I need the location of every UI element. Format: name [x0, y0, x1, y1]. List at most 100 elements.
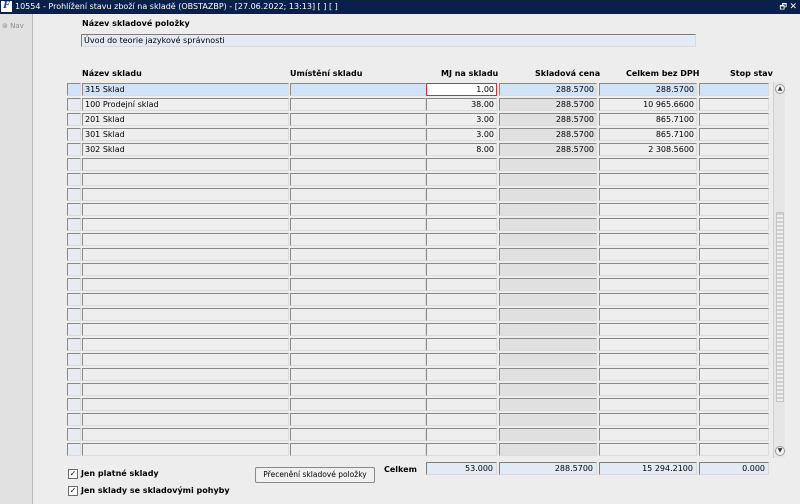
table-row[interactable]: [67, 382, 769, 397]
cell-price[interactable]: 288.5700: [499, 128, 597, 141]
cell-warehouse-name[interactable]: [82, 338, 289, 351]
cell-warehouse-name[interactable]: [82, 203, 289, 216]
cell-warehouse-location[interactable]: [290, 173, 426, 186]
cell-stop[interactable]: [699, 323, 769, 336]
table-row[interactable]: [67, 412, 769, 427]
cell-total[interactable]: 288.5700: [599, 83, 697, 96]
cell-stop[interactable]: [699, 398, 769, 411]
nav-button[interactable]: ⊚ Nav: [2, 22, 24, 30]
cell-warehouse-location[interactable]: [290, 383, 426, 396]
cell-qty[interactable]: [426, 263, 497, 276]
cell-warehouse-location[interactable]: [290, 188, 426, 201]
cell-total[interactable]: [599, 383, 697, 396]
grid-scrollbar[interactable]: ▲ ▼: [773, 82, 785, 458]
cell-total[interactable]: [599, 308, 697, 321]
cell-warehouse-location[interactable]: [290, 218, 426, 231]
cell-qty[interactable]: [426, 308, 497, 321]
cell-stop[interactable]: [699, 188, 769, 201]
cell-stop[interactable]: [699, 143, 769, 156]
close-window-button[interactable]: ✕: [789, 0, 797, 14]
cell-total[interactable]: 10 965.6600: [599, 98, 697, 111]
table-row[interactable]: 201 Sklad 3.00 288.5700 865.7100: [67, 112, 769, 127]
col-header-stop[interactable]: Stop stav: [730, 69, 773, 78]
cell-qty[interactable]: [426, 248, 497, 261]
cell-stop[interactable]: [699, 443, 769, 456]
cell-qty[interactable]: [426, 338, 497, 351]
cell-price[interactable]: [499, 368, 597, 381]
cell-price[interactable]: 288.5700: [499, 83, 597, 96]
table-row[interactable]: [67, 397, 769, 412]
cell-qty[interactable]: [426, 428, 497, 441]
cell-total[interactable]: [599, 263, 697, 276]
cell-warehouse-name[interactable]: 302 Sklad: [82, 143, 289, 156]
cell-price[interactable]: [499, 293, 597, 306]
row-selector[interactable]: [67, 353, 81, 366]
cell-qty[interactable]: [426, 383, 497, 396]
cell-warehouse-name[interactable]: [82, 218, 289, 231]
scroll-thumb[interactable]: [776, 212, 784, 402]
cell-warehouse-name[interactable]: [82, 443, 289, 456]
cell-price[interactable]: [499, 188, 597, 201]
table-row[interactable]: 100 Prodejní sklad 38.00 288.5700 10 965.66…: [67, 97, 769, 112]
table-row[interactable]: [67, 277, 769, 292]
cell-stop[interactable]: [699, 308, 769, 321]
cell-stop[interactable]: [699, 248, 769, 261]
scroll-down-arrow-icon[interactable]: ▼: [775, 446, 785, 456]
cell-qty[interactable]: [426, 293, 497, 306]
table-row[interactable]: [67, 352, 769, 367]
cell-qty[interactable]: [426, 443, 497, 456]
cell-qty[interactable]: 3.00: [426, 128, 497, 141]
table-row[interactable]: [67, 157, 769, 172]
cell-qty[interactable]: [426, 158, 497, 171]
cell-total[interactable]: [599, 293, 697, 306]
table-row[interactable]: [67, 307, 769, 322]
cell-total[interactable]: [599, 278, 697, 291]
row-selector[interactable]: [67, 383, 81, 396]
cell-price[interactable]: [499, 263, 597, 276]
cell-price[interactable]: 288.5700: [499, 143, 597, 156]
cell-warehouse-location[interactable]: [290, 443, 426, 456]
cell-price[interactable]: [499, 383, 597, 396]
cell-total[interactable]: [599, 443, 697, 456]
cell-warehouse-name[interactable]: [82, 308, 289, 321]
cell-total[interactable]: 865.7100: [599, 113, 697, 126]
cell-qty[interactable]: [426, 203, 497, 216]
cell-warehouse-location[interactable]: [290, 428, 426, 441]
row-selector[interactable]: [67, 323, 81, 336]
cell-warehouse-location[interactable]: [290, 98, 426, 111]
cell-qty[interactable]: [426, 233, 497, 246]
cell-stop[interactable]: [699, 128, 769, 141]
cell-warehouse-location[interactable]: [290, 323, 426, 336]
table-row[interactable]: [67, 247, 769, 262]
cell-total[interactable]: [599, 173, 697, 186]
cell-price[interactable]: 288.5700: [499, 113, 597, 126]
row-selector[interactable]: [67, 233, 81, 246]
table-row[interactable]: 301 Sklad 3.00 288.5700 865.7100: [67, 127, 769, 142]
row-selector[interactable]: [67, 248, 81, 261]
cell-stop[interactable]: [699, 233, 769, 246]
col-header-qty[interactable]: MJ na skladu: [441, 69, 498, 78]
cell-warehouse-location[interactable]: [290, 398, 426, 411]
cell-warehouse-name[interactable]: [82, 263, 289, 276]
cell-qty[interactable]: [426, 398, 497, 411]
cell-qty[interactable]: [426, 413, 497, 426]
cell-price[interactable]: [499, 428, 597, 441]
cell-price[interactable]: [499, 218, 597, 231]
cell-warehouse-name[interactable]: [82, 398, 289, 411]
cell-price[interactable]: [499, 158, 597, 171]
table-row[interactable]: [67, 217, 769, 232]
cell-price[interactable]: [499, 203, 597, 216]
cell-price[interactable]: [499, 278, 597, 291]
cell-qty[interactable]: 3.00: [426, 113, 497, 126]
cell-stop[interactable]: [699, 113, 769, 126]
cell-qty[interactable]: [426, 188, 497, 201]
cell-price[interactable]: [499, 173, 597, 186]
cell-warehouse-location[interactable]: [290, 353, 426, 366]
cell-warehouse-name[interactable]: [82, 248, 289, 261]
cell-total[interactable]: 865.7100: [599, 128, 697, 141]
cell-price[interactable]: [499, 233, 597, 246]
cell-stop[interactable]: [699, 173, 769, 186]
cell-warehouse-location[interactable]: [290, 263, 426, 276]
cell-stop[interactable]: [699, 218, 769, 231]
row-selector[interactable]: [67, 263, 81, 276]
